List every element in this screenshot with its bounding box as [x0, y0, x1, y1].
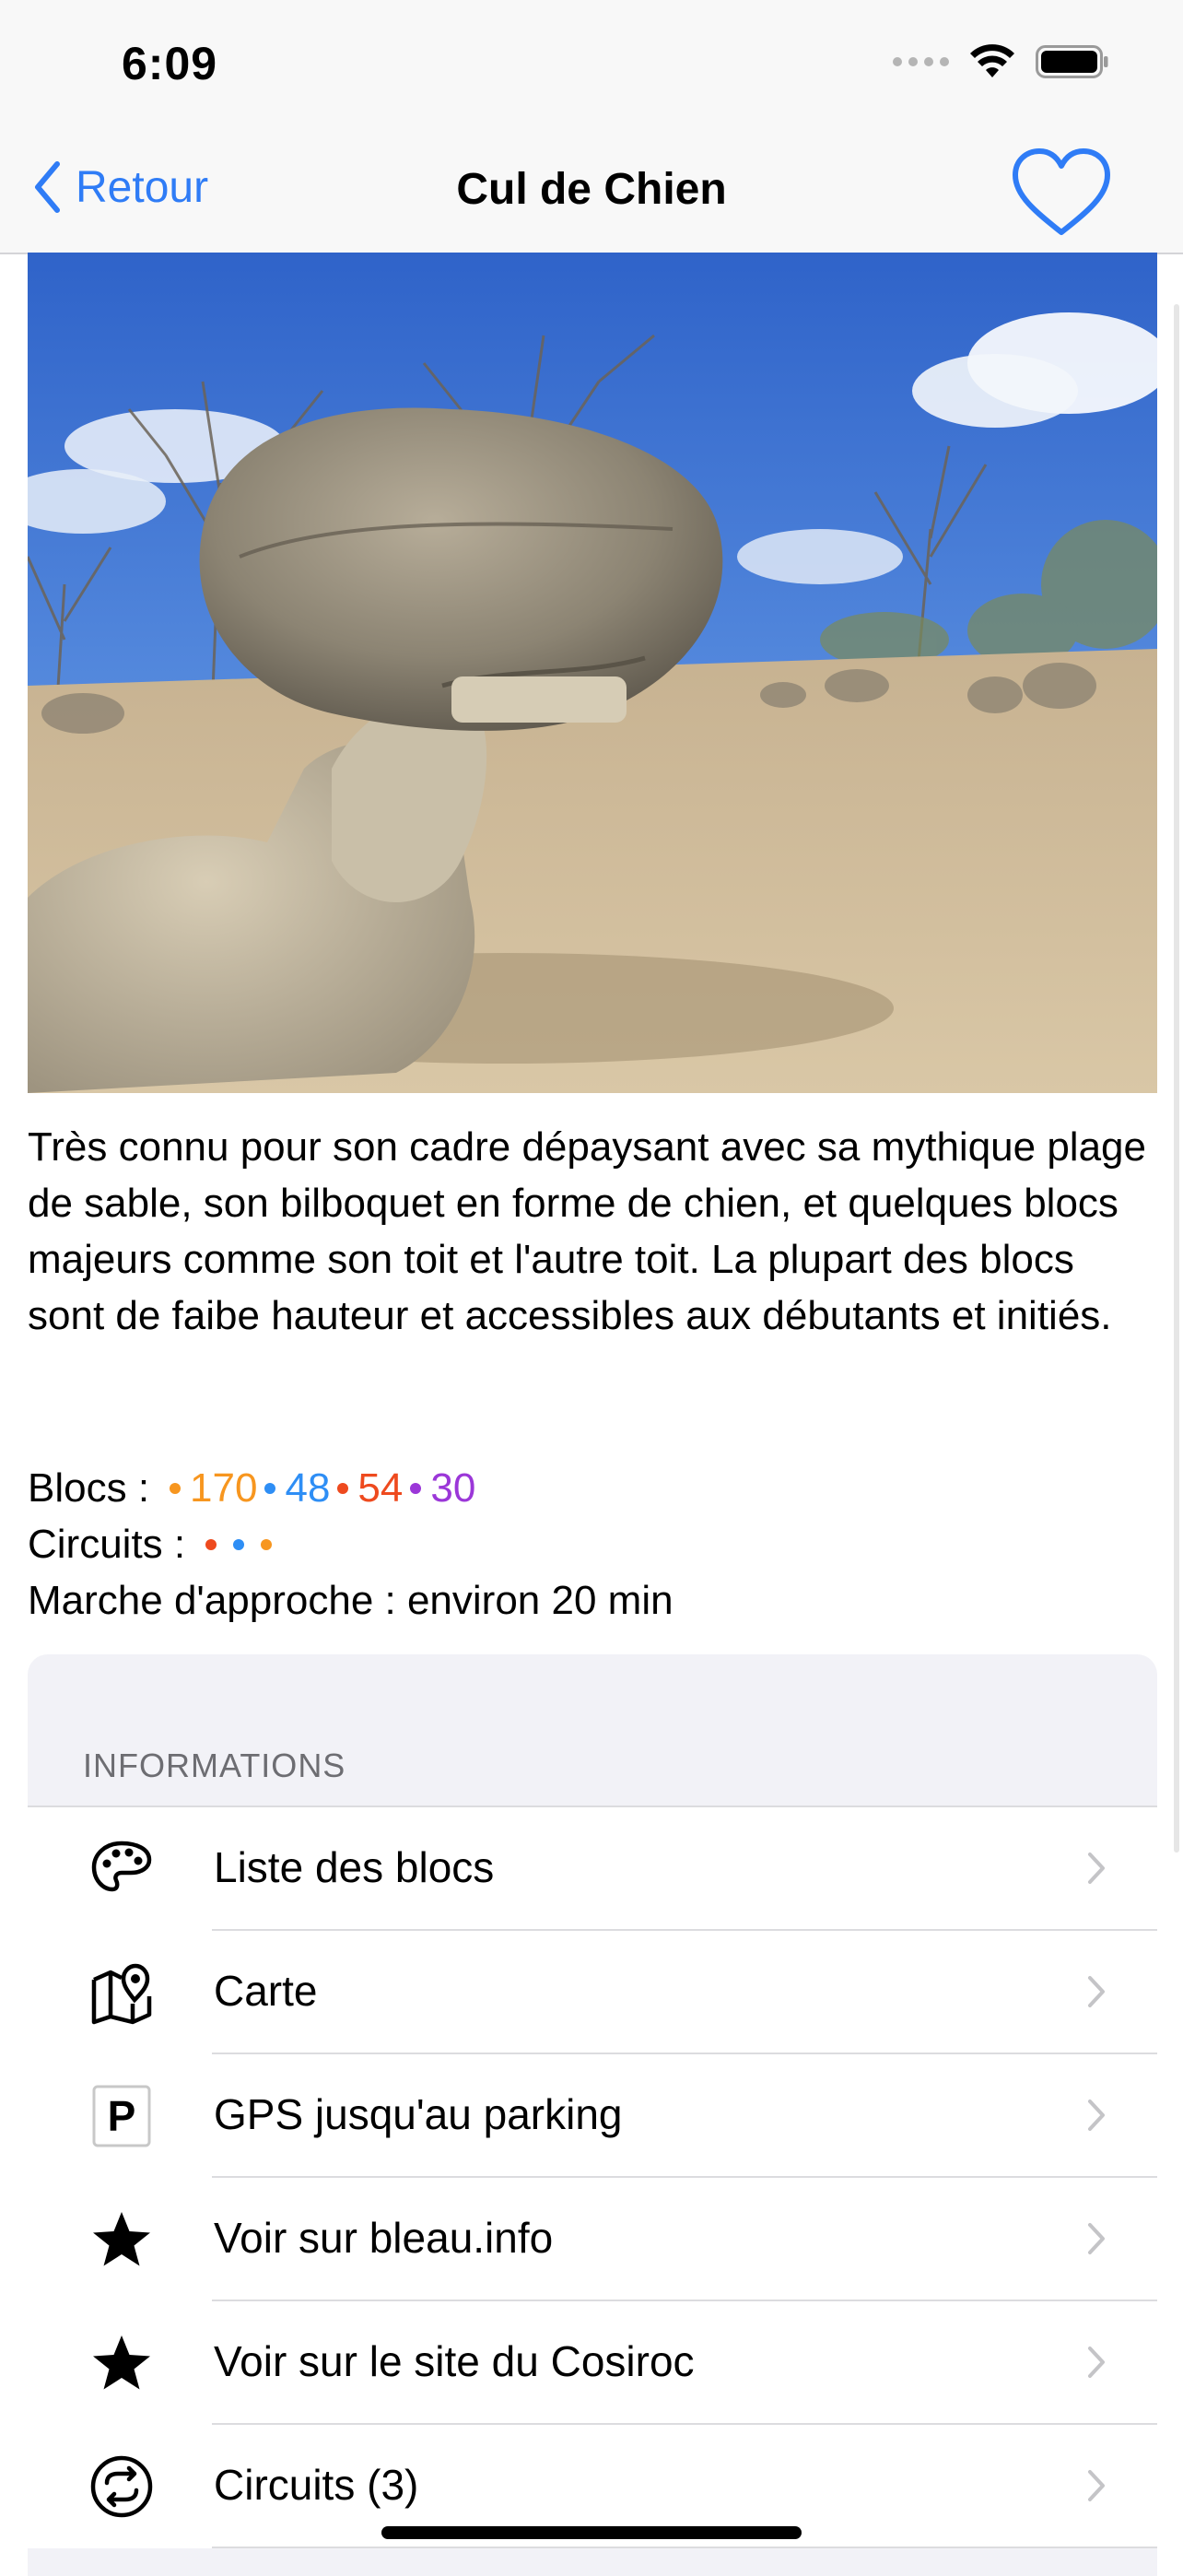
- circuits-line: Circuits :: [28, 1516, 1157, 1572]
- scroll-indicator[interactable]: [1174, 304, 1179, 1853]
- list-item-bleau-info[interactable]: Voir sur bleau.info: [28, 2178, 1157, 2301]
- list-item-label: Voir sur le site du Cosiroc: [214, 2337, 695, 2385]
- list-item-liste-des-blocs[interactable]: Liste des blocs: [28, 1807, 1157, 1931]
- sector-meta: Blocs : 170 48 54 30 Circuits : Marche d…: [28, 1460, 1157, 1629]
- chevron-right-icon: [1088, 2100, 1105, 2131]
- parking-icon: P: [88, 2083, 155, 2149]
- status-icons: [893, 44, 1109, 79]
- section-header: INFORMATIONS: [83, 1747, 346, 1784]
- status-time: 6:09: [122, 38, 218, 89]
- page-title: Cul de Chien: [456, 165, 727, 214]
- favorite-button[interactable]: [1010, 146, 1113, 241]
- wifi-icon: [970, 44, 1014, 77]
- list-item-carte[interactable]: Carte: [28, 1931, 1157, 2054]
- cellular-signal-icon: [893, 57, 949, 66]
- approach-line: Marche d'approche : environ 20 min: [28, 1578, 673, 1623]
- chevron-right-icon: [1088, 2347, 1105, 2378]
- chevron-right-icon: [1088, 2470, 1105, 2501]
- informations-section: INFORMATIONS Liste des blocs Carte P GPS…: [28, 1654, 1157, 2576]
- map-pin-icon: [88, 1959, 155, 2026]
- home-indicator[interactable]: [381, 2526, 802, 2539]
- circuit-dot-orange: [261, 1538, 273, 1550]
- blocs-count-purple: 30: [430, 1465, 476, 1511]
- sector-description: Très connu pour son cadre dépaysant avec…: [28, 1124, 1146, 1338]
- blocs-dot-blue: [264, 1482, 276, 1494]
- navigation-bar: Retour Cul de Chien: [0, 138, 1183, 254]
- star-icon: [88, 2330, 155, 2396]
- list-item-label: Carte: [214, 1967, 318, 2015]
- informations-list: Liste des blocs Carte P GPS jusqu'au par…: [28, 1806, 1157, 2548]
- chevron-right-icon: [1088, 1853, 1105, 1884]
- blocs-dot-orange: [170, 1482, 182, 1494]
- blocs-dot-purple: [410, 1482, 422, 1494]
- battery-icon: [1036, 45, 1108, 78]
- heart-icon: [1013, 148, 1110, 235]
- circuit-dot-blue: [233, 1538, 245, 1550]
- blocs-count-blue: 48: [285, 1465, 331, 1511]
- svg-text:P: P: [108, 2092, 136, 2140]
- list-item-gps-parking[interactable]: P GPS jusqu'au parking: [28, 2054, 1157, 2178]
- list-item-label: Liste des blocs: [214, 1843, 495, 1891]
- list-item-label: Circuits (3): [214, 2461, 419, 2509]
- circuit-arrows-icon: [88, 2453, 155, 2520]
- sector-photo: [28, 253, 1157, 1093]
- chevron-right-icon: [1088, 2223, 1105, 2254]
- chevron-right-icon: [1088, 1976, 1105, 2007]
- list-item-cosiroc[interactable]: Voir sur le site du Cosiroc: [28, 2301, 1157, 2425]
- list-item-label: Voir sur bleau.info: [214, 2214, 554, 2262]
- status-bar: 6:09: [0, 0, 1183, 138]
- circuit-dot-red: [205, 1538, 217, 1550]
- list-item-label: GPS jusqu'au parking: [214, 2090, 623, 2138]
- blocs-line: Blocs : 170 48 54 30: [28, 1460, 1157, 1516]
- blocs-dot-red: [337, 1482, 349, 1494]
- blocs-count-orange: 170: [190, 1465, 258, 1511]
- circuits-label: Circuits :: [28, 1522, 186, 1567]
- palette-icon: [88, 1836, 155, 1902]
- blocs-count-red: 54: [357, 1465, 404, 1511]
- blocs-label: Blocs :: [28, 1465, 150, 1511]
- star-icon: [88, 2206, 155, 2273]
